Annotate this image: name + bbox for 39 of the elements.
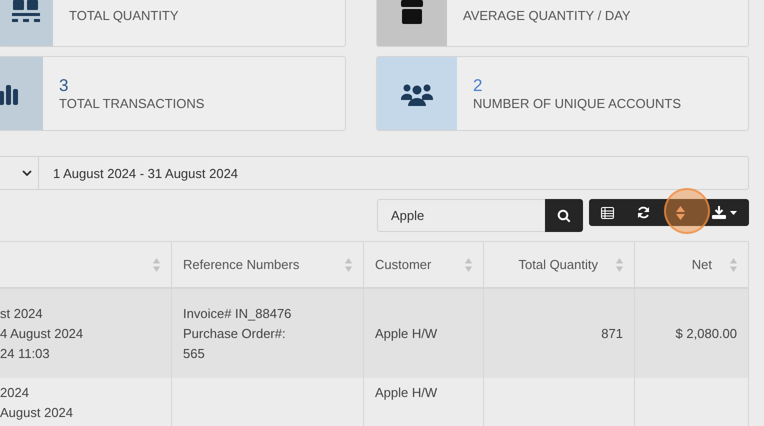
users-icon xyxy=(401,82,433,106)
box-icon xyxy=(401,0,423,24)
stat-value: 2 xyxy=(473,76,484,96)
table-cell-text: $ 2,080.00 xyxy=(676,324,737,342)
sort-icon xyxy=(730,258,737,272)
table-cell-text: Apple H/W xyxy=(375,324,438,343)
search-button[interactable] xyxy=(545,199,583,232)
table-cell-text: Invoice# IN_88476 Purchase Order#: 565 xyxy=(183,304,292,362)
table-cell-text: Apple H/W xyxy=(375,384,438,402)
column-header[interactable]: Customer xyxy=(364,242,484,287)
bar-chart-icon xyxy=(0,82,19,104)
column-title: Reference Numbers xyxy=(183,257,300,272)
column-header[interactable]: Reference Numbers xyxy=(172,242,364,287)
stat-label: AVERAGE QUANTITY / DAY xyxy=(463,8,631,24)
sort-icon xyxy=(465,258,472,272)
search-icon xyxy=(557,208,571,222)
column-title: Total Quantity xyxy=(518,257,598,272)
sort-icon xyxy=(616,258,623,272)
stat-label: TOTAL QUANTITY xyxy=(69,8,179,24)
stat-value: 3 xyxy=(59,76,70,96)
column-header[interactable]: Net xyxy=(635,242,748,287)
caret-icon xyxy=(730,210,736,214)
table-cell-text: st 2024 4 August 2024 24 11:03 xyxy=(0,304,84,362)
column-title: Customer xyxy=(375,257,432,272)
stat-label: NUMBER OF UNIQUE ACCOUNTS xyxy=(473,96,682,112)
stat-label: TOTAL TRANSACTIONS xyxy=(59,96,204,112)
download-icon xyxy=(712,206,726,219)
table-cell-text: 871 xyxy=(601,324,623,342)
refresh-icon xyxy=(637,206,650,219)
column-title: Net xyxy=(692,257,712,272)
click-highlight xyxy=(664,188,710,234)
table-icon xyxy=(600,206,614,218)
search-field[interactable]: Apple xyxy=(377,199,545,232)
sort-icon xyxy=(153,258,160,272)
table-cell-text: 2024 August 2024 xyxy=(0,384,74,422)
sort-icon xyxy=(676,206,685,220)
sort-icon xyxy=(345,258,352,272)
column-header[interactable]: Total Quantity xyxy=(484,242,635,287)
pallet-icon xyxy=(12,0,40,22)
